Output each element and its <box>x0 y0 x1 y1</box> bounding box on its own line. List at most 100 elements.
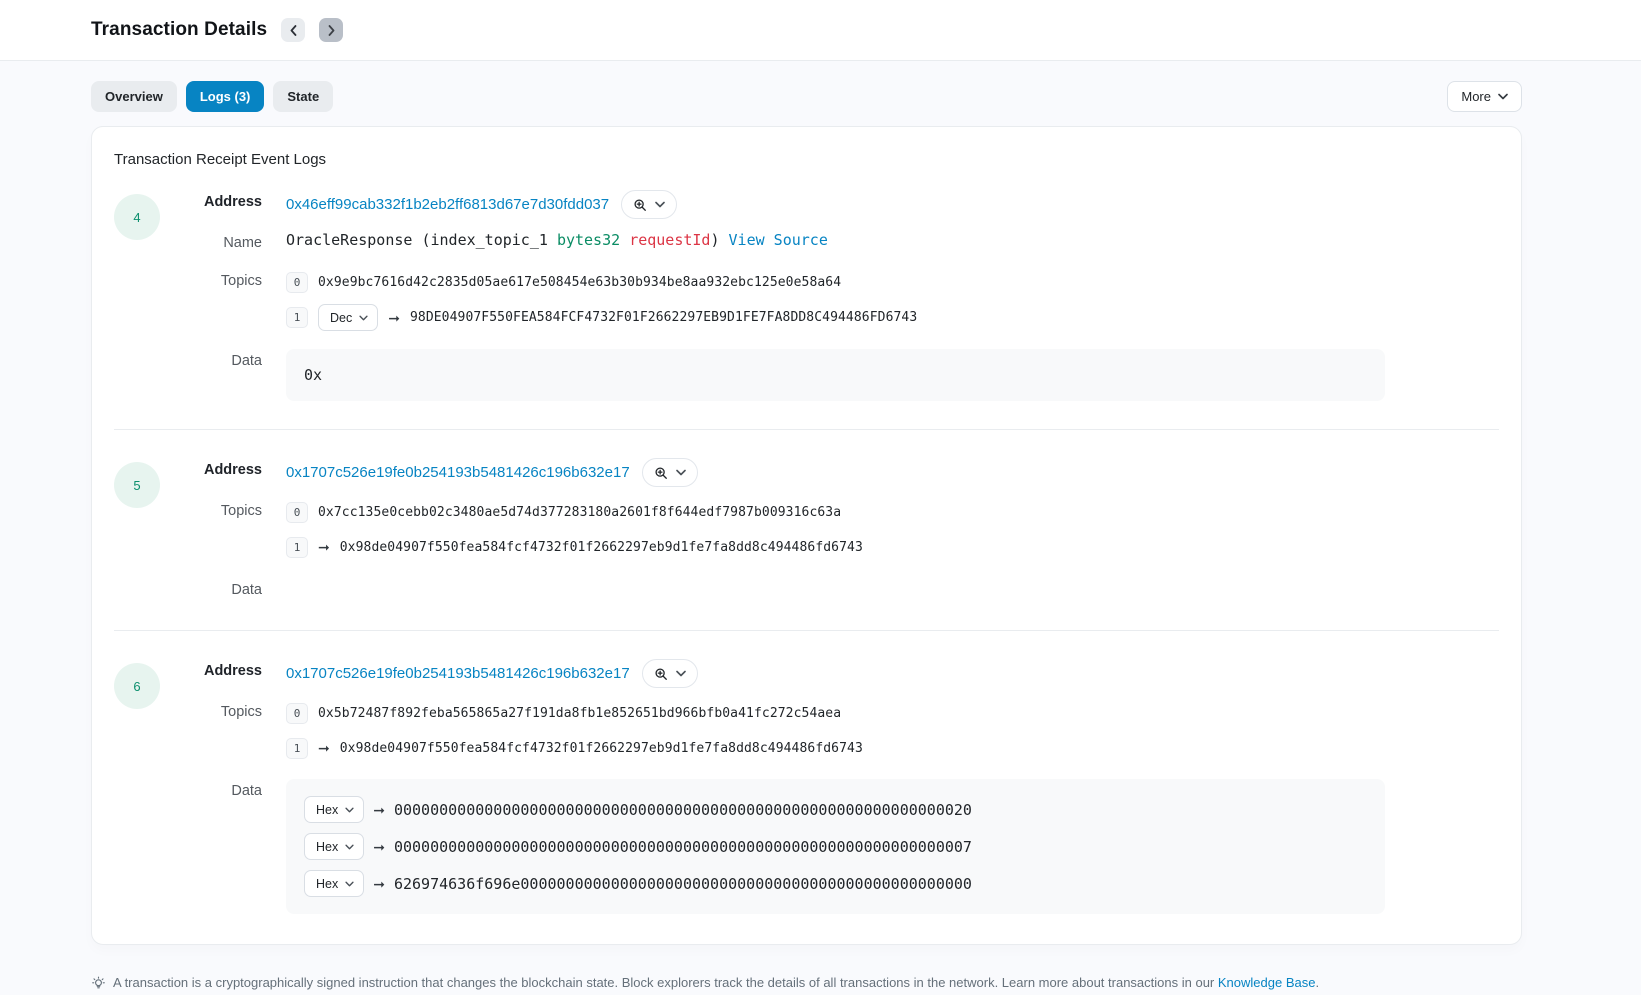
data-box: 0x <box>286 349 1385 401</box>
topic-value: 0x98de04907f550fea584fcf4732f01f2662297e… <box>340 540 863 555</box>
address-label: Address <box>162 190 262 210</box>
log-index-badge: 5 <box>114 462 160 508</box>
address-zoom-dropdown[interactable] <box>642 659 698 688</box>
topic-value: 98DE04907F550FEA584FCF4732F01F2662297EB9… <box>410 310 917 325</box>
topic-value: 0x5b72487f892feba565865a27f191da8fb1e852… <box>318 706 841 721</box>
knowledge-base-link[interactable]: Knowledge Base <box>1218 975 1316 990</box>
data-value: 0x <box>304 366 322 384</box>
page-title: Transaction Details <box>91 19 267 41</box>
arrow-right-icon: ➞ <box>388 311 400 325</box>
more-dropdown-button[interactable]: More <box>1447 81 1522 112</box>
data-decoder-select[interactable]: Hex <box>304 796 364 823</box>
event-param-type: bytes32 <box>557 231 620 249</box>
data-empty <box>286 578 1499 602</box>
address-zoom-dropdown[interactable] <box>621 190 677 219</box>
data-label: Data <box>162 779 262 799</box>
log-index-badge: 4 <box>114 194 160 240</box>
topic-index-badge: 0 <box>286 703 308 724</box>
address-zoom-dropdown[interactable] <box>642 458 698 487</box>
arrow-right-icon: ➞ <box>318 741 330 755</box>
name-label: Name <box>162 231 262 251</box>
event-param-name: requestId <box>629 231 710 249</box>
data-line: Hex ➞ 0000000000000000000000000000000000… <box>304 796 1367 823</box>
arrow-right-icon: ➞ <box>318 540 330 554</box>
logs-list: 4 Address 0x46eff99cab332f1b2eb2ff6813d6… <box>114 190 1499 914</box>
arrow-right-icon: ➞ <box>373 840 385 854</box>
topic-index-badge: 1 <box>286 738 308 759</box>
lightbulb-icon <box>91 976 106 991</box>
log-index-column: 5 <box>114 458 162 602</box>
arrow-right-icon: ➞ <box>373 803 385 817</box>
footer-text: A transaction is a cryptographically sig… <box>113 975 1218 990</box>
topic-list: 0 0x7cc135e0cebb02c3480ae5d74d377283180a… <box>286 499 1499 560</box>
page-header: Transaction Details <box>0 0 1641 61</box>
topics-row: Topics 0 0x7cc135e0cebb02c3480ae5d74d377… <box>162 499 1499 560</box>
data-decoder-value: Hex <box>316 840 338 854</box>
address-link[interactable]: 0x1707c526e19fe0b254193b5481426c196b632e… <box>286 464 630 481</box>
data-value: 0000000000000000000000000000000000000000… <box>394 801 972 819</box>
topics-row: Topics 0 0x5b72487f892feba565865a27f191d… <box>162 700 1499 761</box>
topic-row: 1 Dec ➞ 98DE04907F550FEA584FCF4732F01F26… <box>286 304 1499 331</box>
topics-label: Topics <box>162 269 262 289</box>
log-index-badge: 6 <box>114 663 160 709</box>
chevron-down-icon <box>345 807 354 813</box>
log-index-column: 6 <box>114 659 162 914</box>
data-value-area <box>286 578 1499 602</box>
address-label: Address <box>162 458 262 478</box>
topic-index-badge: 0 <box>286 502 308 523</box>
log-index-column: 4 <box>114 190 162 401</box>
topic-decoder-select[interactable]: Dec <box>318 304 378 331</box>
data-label: Data <box>162 578 262 598</box>
data-decoder-select[interactable]: Hex <box>304 870 364 897</box>
chevron-left-icon <box>290 25 297 36</box>
data-decoder-select[interactable]: Hex <box>304 833 364 860</box>
address-link[interactable]: 0x46eff99cab332f1b2eb2ff6813d67e7d30fdd0… <box>286 196 609 213</box>
address-row: Address 0x1707c526e19fe0b254193b5481426c… <box>162 659 1499 688</box>
view-source-link[interactable]: View Source <box>729 231 828 249</box>
next-transaction-button[interactable] <box>319 18 343 42</box>
data-line: Hex ➞ 626974636f696e00000000000000000000… <box>304 870 1367 897</box>
chevron-down-icon <box>345 844 354 850</box>
chevron-down-icon <box>359 315 368 321</box>
topic-index-badge: 1 <box>286 537 308 558</box>
address-link[interactable]: 0x1707c526e19fe0b254193b5481426c196b632e… <box>286 665 630 682</box>
log-divider <box>114 630 1499 631</box>
tab-logs-3[interactable]: Logs (3) <box>186 81 265 112</box>
topics-label: Topics <box>162 700 262 720</box>
tab-state[interactable]: State <box>273 81 333 112</box>
data-decoder-value: Hex <box>316 803 338 817</box>
tabs: Overview Logs (3) State <box>91 81 1447 112</box>
tab-overview[interactable]: Overview <box>91 81 177 112</box>
topic-row: 0 0x5b72487f892feba565865a27f191da8fb1e8… <box>286 700 1499 726</box>
event-sig-sep <box>620 231 629 249</box>
footer-tip: A transaction is a cryptographically sig… <box>91 975 1522 991</box>
chevron-down-icon <box>655 201 665 208</box>
chevron-down-icon <box>1498 93 1508 100</box>
topic-decoder-value: Dec <box>330 311 352 325</box>
address-row: Address 0x1707c526e19fe0b254193b5481426c… <box>162 458 1499 487</box>
data-decoder-value: Hex <box>316 877 338 891</box>
log-entry: 5 Address 0x1707c526e19fe0b254193b548142… <box>114 458 1499 602</box>
data-line: 0x <box>304 366 1367 384</box>
topics-row: Topics 0 0x9e9bc7616d42c2835d05ae617e508… <box>162 269 1499 331</box>
card-title: Transaction Receipt Event Logs <box>114 151 1499 168</box>
arrow-right-icon: ➞ <box>373 877 385 891</box>
log-entry: 6 Address 0x1707c526e19fe0b254193b548142… <box>114 659 1499 914</box>
topic-list: 0 0x9e9bc7616d42c2835d05ae617e508454e63b… <box>286 269 1499 331</box>
topic-list: 0 0x5b72487f892feba565865a27f191da8fb1e8… <box>286 700 1499 761</box>
data-row: Data Hex ➞ 00000000000000000000000000000… <box>162 779 1499 914</box>
chevron-right-icon <box>328 25 335 36</box>
name-row: Name OracleResponse (index_topic_1 bytes… <box>162 231 1499 251</box>
topic-index-badge: 1 <box>286 307 308 328</box>
previous-transaction-button[interactable] <box>281 18 305 42</box>
topic-row: 1 ➞ 0x98de04907f550fea584fcf4732f01f2662… <box>286 534 1499 560</box>
data-row: Data 0x <box>162 349 1499 401</box>
topic-value: 0x9e9bc7616d42c2835d05ae617e508454e63b30… <box>318 275 841 290</box>
more-label: More <box>1461 89 1491 104</box>
data-value: 626974636f696e00000000000000000000000000… <box>394 875 972 893</box>
event-sig-close: ) <box>710 231 728 249</box>
data-value-area: 0x <box>286 349 1499 401</box>
zoom-in-icon <box>654 667 668 681</box>
log-entry: 4 Address 0x46eff99cab332f1b2eb2ff6813d6… <box>114 190 1499 401</box>
zoom-in-icon <box>633 198 647 212</box>
